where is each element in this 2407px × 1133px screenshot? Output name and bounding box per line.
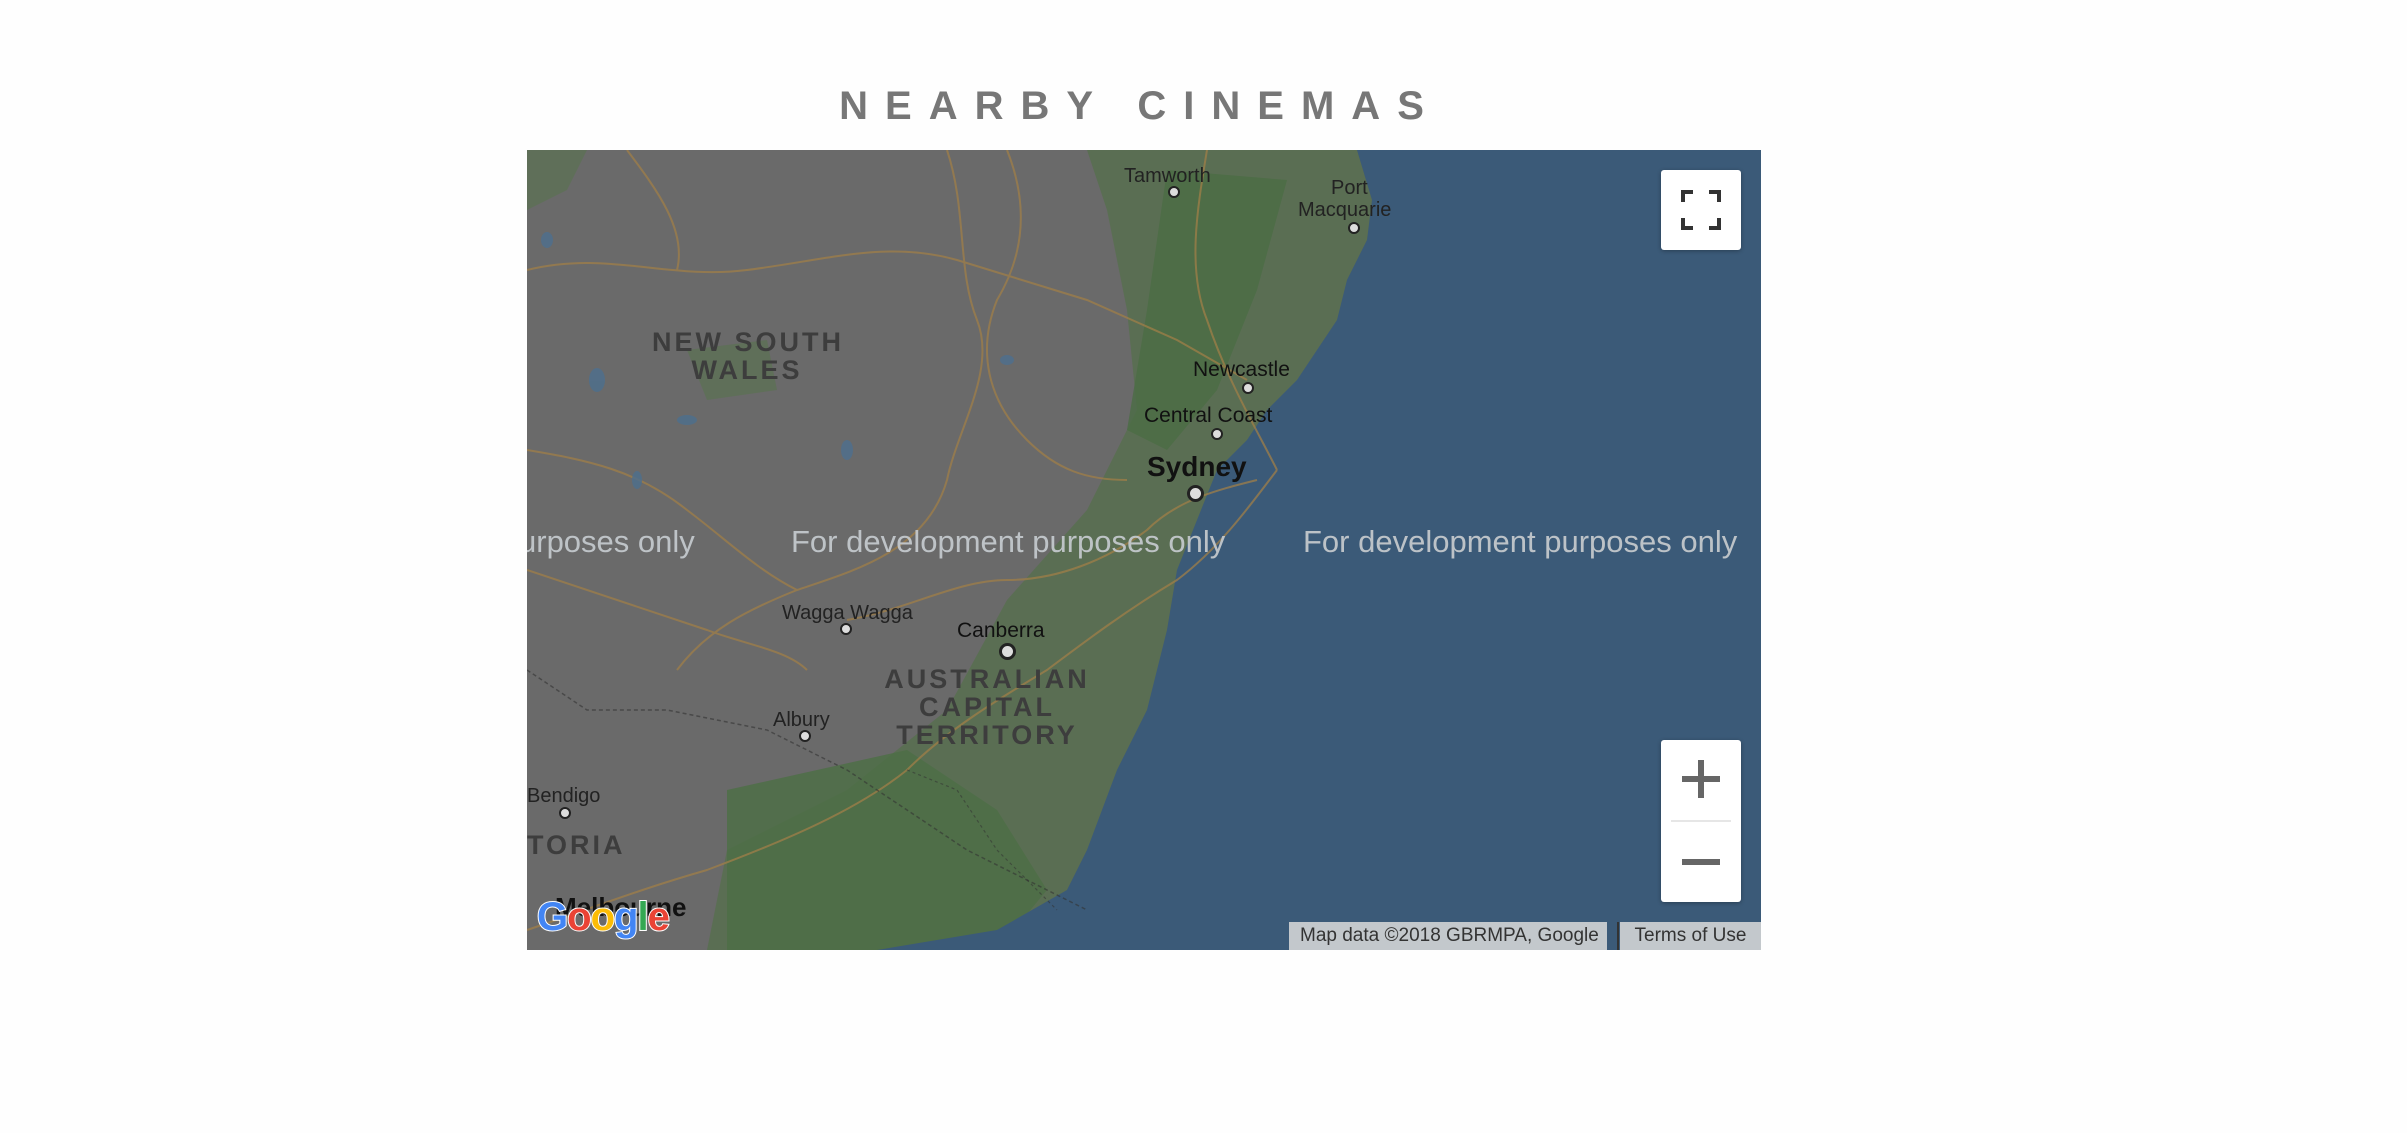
marker-central-coast <box>1211 428 1223 440</box>
zoom-in-button[interactable] <box>1661 740 1741 820</box>
attribution-divider <box>1617 922 1619 950</box>
label-sydney: Sydney <box>1147 451 1247 482</box>
label-bendigo: Bendigo <box>527 785 601 807</box>
marker-albury <box>799 730 811 742</box>
label-newcastle: Newcastle <box>1193 358 1290 381</box>
page: NEARBY CINEMAS Tamworth Port Macquarie N… <box>0 0 2407 1133</box>
label-port-macquarie-1: Port <box>1331 177 1368 199</box>
marker-bendigo <box>559 807 571 819</box>
label-victoria: TORIA <box>527 830 626 860</box>
google-logo: Google <box>536 894 671 940</box>
label-nsw-line-1: NEW SOUTH <box>652 327 844 357</box>
marker-sydney <box>1187 485 1204 502</box>
label-act-line-3: TERRITORY <box>896 720 1078 750</box>
label-act-line-1: AUSTRALIAN <box>884 664 1090 694</box>
label-central-coast: Central Coast <box>1144 404 1273 427</box>
label-act-line-2: CAPITAL <box>919 692 1055 722</box>
label-wagga-wagga: Wagga Wagga <box>782 602 913 624</box>
dev-watermark-2: For development purposes only <box>791 524 1226 559</box>
marker-canberra <box>999 643 1016 660</box>
terms-of-use-link[interactable]: Terms of Use <box>1620 922 1761 950</box>
map-canvas[interactable]: Tamworth Port Macquarie NEW SOUTH WALES … <box>527 150 1761 950</box>
label-nsw-line-2: WALES <box>691 355 803 385</box>
minus-icon <box>1682 859 1720 865</box>
zoom-out-button[interactable] <box>1661 822 1741 902</box>
logo-letter-o2: o <box>590 894 616 940</box>
fullscreen-button[interactable] <box>1661 170 1741 250</box>
plus-icon <box>1682 760 1720 798</box>
label-nsw: NEW SOUTH WALES <box>652 328 842 384</box>
zoom-control <box>1661 740 1741 902</box>
label-canberra: Canberra <box>957 619 1045 642</box>
section-title: NEARBY CINEMAS <box>839 84 1441 128</box>
logo-letter-g: G <box>536 894 569 940</box>
marker-port-macquarie <box>1348 222 1360 234</box>
logo-letter-e: e <box>647 894 671 940</box>
dev-watermark-3: For development purposes only <box>1303 524 1738 559</box>
logo-letter-o1: o <box>566 894 592 940</box>
marker-tamworth <box>1168 186 1180 198</box>
map-attribution: Map data ©2018 GBRMPA, Google <box>1289 922 1607 950</box>
label-act: AUSTRALIAN CAPITAL TERRITORY <box>867 665 1107 749</box>
label-port-macquarie-2: Macquarie <box>1298 199 1392 221</box>
logo-letter-g2: g <box>613 894 639 940</box>
label-tamworth: Tamworth <box>1124 165 1211 187</box>
marker-newcastle <box>1242 382 1254 394</box>
label-albury: Albury <box>773 709 830 731</box>
logo-letter-l: l <box>636 894 649 940</box>
fullscreen-icon <box>1681 190 1721 230</box>
dev-watermark-1: urposes only <box>527 524 695 559</box>
marker-wagga-wagga <box>840 623 852 635</box>
